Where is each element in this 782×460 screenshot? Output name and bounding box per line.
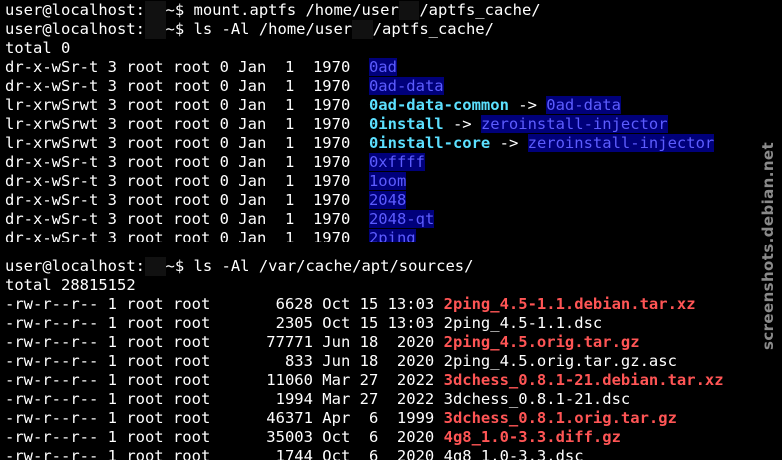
list-item: -rw-r--r-- 1 root root 833 Jun 18 2020 2… xyxy=(5,352,677,371)
prompt: user@localhost: xyxy=(5,257,145,275)
username: user xyxy=(314,20,353,38)
file-meta: -rw-r--r-- 1 root root 1744 Oct 6 2020 xyxy=(5,447,444,460)
file-name: 3dchess_0.8.1-21.dsc xyxy=(443,390,631,408)
list-item: dr-x-wSr-t 3 root root 0 Jan 1 1970 0xff… xyxy=(5,153,425,172)
list-item: lr-xrwSrwt 3 root root 0 Jan 1 1970 0ins… xyxy=(5,115,668,134)
directory-name: 2048-qt xyxy=(368,210,435,228)
pane-divider[interactable] xyxy=(0,242,782,255)
list-item: dr-x-wSr-t 3 root root 0 Jan 1 1970 0ad xyxy=(5,58,397,77)
directory-name: 0ad-data xyxy=(368,77,444,95)
total-line: total 0 xyxy=(5,39,71,57)
redacted-block xyxy=(144,257,166,276)
list-item: -rw-r--r-- 1 root root 46371 Apr 6 1999 … xyxy=(5,409,677,428)
file-meta: -rw-r--r-- 1 root root 77771 Jun 18 2020 xyxy=(5,333,444,351)
list-item: dr-x-wSr-t 3 root root 0 Jan 1 1970 2pin… xyxy=(5,229,416,242)
command-text: ~$ ls -Al /home/ xyxy=(165,20,315,38)
redacted-block xyxy=(398,1,420,20)
file-meta: -rw-r--r-- 1 root root 833 Jun 18 2020 xyxy=(5,352,444,370)
file-name: 2ping_4.5.orig.tar.gz.asc xyxy=(443,352,677,370)
directory-name: 0xffff xyxy=(368,153,425,171)
username: user xyxy=(361,1,399,19)
list-item: -rw-r--r-- 1 root root 77771 Jun 18 2020… xyxy=(5,333,640,352)
redacted-block xyxy=(144,1,166,20)
symlink-target: 0ad-data xyxy=(546,96,621,114)
directory-name: 2ping xyxy=(368,229,416,242)
archive-file-name: 3dchess_0.8.1-21.debian.tar.xz xyxy=(443,371,724,389)
file-meta: dr-x-wSr-t 3 root root 0 Jan 1 1970 xyxy=(5,58,369,76)
command-text: /aptfs_cache/ xyxy=(372,20,494,38)
symlink-arrow: -> xyxy=(490,134,528,152)
list-item: -rw-r--r-- 1 root root 1744 Oct 6 2020 4… xyxy=(5,447,584,460)
terminal-pane-top[interactable]: user@localhost: ~$ mount.aptfs /home/use… xyxy=(0,0,782,242)
watermark: screenshots.debian.net xyxy=(759,142,777,350)
redacted-block xyxy=(352,20,373,39)
terminal-pane-bottom[interactable]: user@localhost: ~$ ls -Al /var/cache/apt… xyxy=(0,255,782,460)
symlink-arrow: -> xyxy=(508,96,547,114)
list-item: -rw-r--r-- 1 root root 35003 Oct 6 2020 … xyxy=(5,428,621,447)
list-item: -rw-r--r-- 1 root root 1994 Mar 27 2022 … xyxy=(5,390,630,409)
list-item: dr-x-wSr-t 3 root root 0 Jan 1 1970 1oom xyxy=(5,172,407,191)
command-line: user@localhost: ~$ mount.aptfs /home/use… xyxy=(5,1,541,20)
file-name: 2ping_4.5-1.1.dsc xyxy=(443,314,603,332)
file-meta: -rw-r--r-- 1 root root 46371 Apr 6 1999 xyxy=(5,409,444,427)
file-meta: -rw-r--r-- 1 root root 1994 Mar 27 2022 xyxy=(5,390,444,408)
archive-file-name: 3dchess_0.8.1.orig.tar.gz xyxy=(443,409,677,427)
file-meta: -rw-r--r-- 1 root root 35003 Oct 6 2020 xyxy=(5,428,444,446)
file-name: 4g8_1.0-3.3.dsc xyxy=(443,447,584,460)
list-item: lr-xrwSrwt 3 root root 0 Jan 1 1970 0ins… xyxy=(5,134,715,153)
symlink-target: zeroinstall-injector xyxy=(480,115,668,133)
archive-file-name: 2ping_4.5-1.1.debian.tar.xz xyxy=(443,295,696,313)
command-text: ~$ ls -Al /var/cache/apt/sources/ xyxy=(165,257,474,275)
command-line: user@localhost: ~$ ls -Al /home/user /ap… xyxy=(5,20,494,39)
redacted-block xyxy=(144,20,166,39)
list-item: dr-x-wSr-t 3 root root 0 Jan 1 1970 2048… xyxy=(5,210,435,229)
watermark-text: screenshots.debian.net xyxy=(759,142,777,350)
list-item: lr-xrwSrwt 3 root root 0 Jan 1 1970 0ad-… xyxy=(5,96,621,115)
prompt: user@localhost: xyxy=(5,1,145,19)
command-text: ~$ mount.aptfs /home/ xyxy=(165,1,362,19)
file-meta: lr-xrwSrwt 3 root root 0 Jan 1 1970 xyxy=(5,96,369,114)
file-meta: lr-xrwSrwt 3 root root 0 Jan 1 1970 xyxy=(5,134,369,152)
archive-file-name: 2ping_4.5.orig.tar.gz xyxy=(443,333,640,351)
total-line: total 28815152 xyxy=(5,276,136,294)
list-item: -rw-r--r-- 1 root root 11060 Mar 27 2022… xyxy=(5,371,724,390)
list-item: -rw-r--r-- 1 root root 2305 Oct 15 13:03… xyxy=(5,314,602,333)
file-meta: -rw-r--r-- 1 root root 11060 Mar 27 2022 xyxy=(5,371,444,389)
file-meta: dr-x-wSr-t 3 root root 0 Jan 1 1970 xyxy=(5,77,369,95)
symlink-arrow: -> xyxy=(443,115,481,133)
symlink-name: 0install-core xyxy=(368,134,491,152)
file-meta: dr-x-wSr-t 3 root root 0 Jan 1 1970 xyxy=(5,210,369,228)
command-line: user@localhost: ~$ ls -Al /var/cache/apt… xyxy=(5,257,473,276)
directory-name: 0ad xyxy=(368,58,397,76)
file-meta: -rw-r--r-- 1 root root 6628 Oct 15 13:03 xyxy=(5,295,444,313)
file-meta: lr-xrwSrwt 3 root root 0 Jan 1 1970 xyxy=(5,115,369,133)
directory-name: 2048 xyxy=(368,191,407,209)
directory-name: 1oom xyxy=(368,172,407,190)
archive-file-name: 4g8_1.0-3.3.diff.gz xyxy=(443,428,621,446)
list-item: dr-x-wSr-t 3 root root 0 Jan 1 1970 2048 xyxy=(5,191,407,210)
symlink-name: 0install xyxy=(368,115,444,133)
command-text: /aptfs_cache/ xyxy=(419,1,541,19)
list-item: -rw-r--r-- 1 root root 6628 Oct 15 13:03… xyxy=(5,295,696,314)
prompt: user@localhost: xyxy=(5,20,145,38)
symlink-target: zeroinstall-injector xyxy=(527,134,715,152)
file-meta: dr-x-wSr-t 3 root root 0 Jan 1 1970 xyxy=(5,153,369,171)
file-meta: -rw-r--r-- 1 root root 2305 Oct 15 13:03 xyxy=(5,314,444,332)
file-meta: dr-x-wSr-t 3 root root 0 Jan 1 1970 xyxy=(5,172,369,190)
symlink-name: 0ad-data-common xyxy=(368,96,509,114)
file-meta: dr-x-wSr-t 3 root root 0 Jan 1 1970 xyxy=(5,229,369,242)
list-item: dr-x-wSr-t 3 root root 0 Jan 1 1970 0ad-… xyxy=(5,77,444,96)
file-meta: dr-x-wSr-t 3 root root 0 Jan 1 1970 xyxy=(5,191,369,209)
